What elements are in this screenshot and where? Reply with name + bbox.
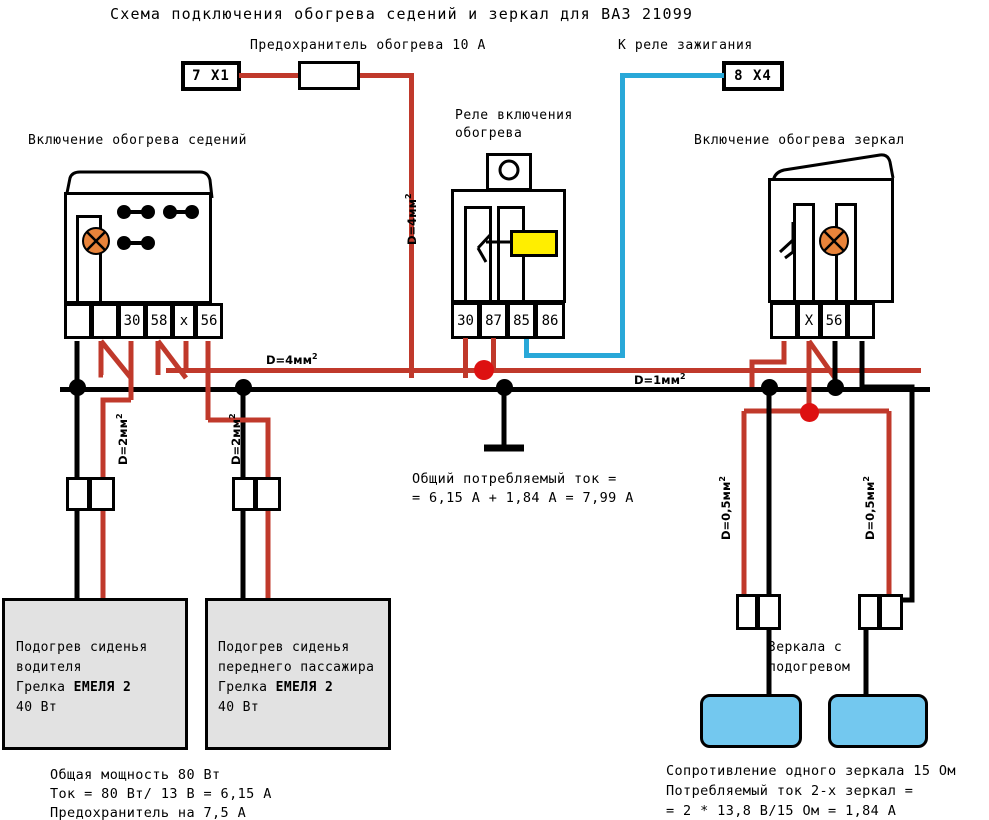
- right-switch-channel-right: [835, 203, 857, 303]
- fuse-label: Предохранитель обогрева 10 А: [250, 38, 486, 53]
- passenger-seat-line2: переднего пассажира: [218, 660, 375, 675]
- mirror-left-connector-a: [736, 594, 758, 630]
- gauge-sup-7: 2: [862, 476, 871, 482]
- left-switch-pin-2[interactable]: [91, 303, 119, 339]
- mirror-switch-label: Включение обогрева зеркал: [694, 133, 905, 148]
- gauge-seat-right-text: D=2мм: [228, 419, 243, 465]
- junction-red-relay: [474, 360, 494, 380]
- bus-red-right: [466, 368, 921, 373]
- passenger-seat-line4: 40 Вт: [218, 700, 260, 715]
- relay-pin-30[interactable]: 30: [451, 302, 480, 339]
- relay-pin-86[interactable]: 86: [535, 302, 565, 339]
- gauge-fuse-drop-text: D=4мм: [404, 199, 419, 245]
- gauge-sup-4: 2: [115, 413, 124, 420]
- driver-connector-left: [66, 477, 90, 511]
- wire-ignition-down: [620, 73, 625, 358]
- passenger-seat-line1: Подогрев сиденья: [218, 640, 350, 655]
- driver-connector-right: [89, 477, 115, 511]
- seat-switch-label: Включение обогрева седений: [28, 133, 248, 148]
- passenger-seat-grelka-prefix: Грелка: [218, 680, 276, 695]
- mirror-right-connector-a: [858, 594, 880, 630]
- driver-seat-grelka-prefix: Грелка: [16, 680, 74, 695]
- junction-red-mirror: [800, 403, 819, 422]
- relay-label-line2: обогрева: [455, 126, 523, 141]
- relay-pin-85[interactable]: 85: [507, 302, 536, 339]
- left-switch-pin-30[interactable]: 30: [118, 303, 146, 339]
- mirror-left-connector-b: [757, 594, 781, 630]
- fuse-10a-body: [298, 61, 360, 90]
- gauge-main-black-text: D=1мм: [634, 372, 680, 387]
- relay-pin-87[interactable]: 87: [479, 302, 508, 339]
- mirror-right-connector-b: [879, 594, 903, 630]
- right-switch-pin-x[interactable]: X: [797, 302, 821, 339]
- gauge-seat-right: D=2мм2: [228, 413, 243, 465]
- relay-coil: [510, 230, 558, 257]
- passenger-seat-brand: ЕМЕЛЯ 2: [275, 680, 334, 695]
- driver-seat-brand: ЕМЕЛЯ 2: [73, 680, 132, 695]
- relay-label-line1: Реле включения: [455, 108, 573, 123]
- ignition-relay-label: К реле зажигания: [618, 38, 753, 53]
- gauge-fuse-drop: D=4мм2: [404, 193, 419, 245]
- seats-note-line2: Ток = 80 Вт/ 13 В = 6,15 А: [50, 786, 272, 802]
- gauge-seat-left: D=2мм2: [115, 413, 130, 465]
- left-switch-pin-58[interactable]: 58: [145, 303, 173, 339]
- gauge-sup-3: 2: [679, 372, 686, 381]
- right-switch-pin-1[interactable]: [770, 302, 798, 339]
- bus-black-main: [60, 387, 930, 392]
- gauge-sup-6: 2: [718, 476, 727, 482]
- gauge-main-black: D=1мм2: [634, 372, 686, 387]
- page-title: Схема подключения обогрева седений и зер…: [110, 5, 694, 23]
- mirrors-note-line1: Сопротивление одного зеркала 15 Ом: [666, 763, 956, 779]
- gauge-main-red: D=4мм2: [266, 352, 318, 367]
- junction-black-2: [235, 379, 252, 396]
- left-switch-channel: [76, 215, 102, 304]
- left-mirror-box: [700, 694, 802, 748]
- driver-seat-line4: 40 Вт: [16, 700, 58, 715]
- gauge-mirror-left-text: D=0,5мм: [718, 481, 733, 540]
- gauge-mirror-right: D=0,5мм2: [862, 476, 877, 540]
- junction-black-ground: [496, 379, 513, 396]
- mirrors-label-line2: подогревом: [768, 660, 851, 675]
- seats-note-line3: Предохранитель на 7,5 А: [50, 805, 247, 820]
- mirrors-note-line3: = 2 * 13,8 В/15 Ом = 1,84 А: [666, 803, 897, 819]
- driver-seat-line2: водителя: [16, 660, 82, 675]
- gauge-mirror-right-text: D=0,5мм: [862, 481, 877, 540]
- passenger-seat-line3: Грелка ЕМЕЛЯ 2: [218, 678, 333, 698]
- bus-red-left: [166, 368, 466, 373]
- gauge-main-red-text: D=4мм: [266, 352, 312, 367]
- gauge-sup: 2: [404, 193, 413, 200]
- relay-top-cap: [486, 153, 532, 191]
- gauge-seat-left-text: D=2мм: [115, 419, 130, 465]
- wire-ignition-to-relay: [524, 353, 624, 358]
- gauge-sup-2: 2: [311, 352, 318, 361]
- gauge-mirror-left: D=0,5мм2: [718, 476, 733, 540]
- mirrors-label-line1: Зеркала с: [768, 640, 843, 655]
- right-switch-channel-left: [793, 203, 815, 303]
- right-switch-body: [768, 178, 894, 303]
- terminal-x1[interactable]: 7 X1: [181, 61, 241, 91]
- wire-ignition-horizontal: [620, 73, 724, 78]
- driver-seat-line1: Подогрев сиденья: [16, 640, 148, 655]
- total-current-line2: = 6,15 А + 1,84 А = 7,99 А: [412, 490, 634, 506]
- wiring-diagram-canvas: Схема подключения обогрева седений и зер…: [0, 0, 989, 820]
- mirrors-note-line2: Потребляемый ток 2-х зеркал =: [666, 783, 914, 799]
- right-switch-pin-56[interactable]: 56: [820, 302, 848, 339]
- gauge-sup-5: 2: [228, 413, 237, 420]
- total-current-line1: Общий потребляемый ток =: [412, 471, 617, 487]
- right-mirror-box: [828, 694, 928, 748]
- passenger-connector-right: [255, 477, 281, 511]
- terminal-x4[interactable]: 8 X4: [722, 61, 784, 91]
- left-switch-pin-x[interactable]: x: [172, 303, 196, 339]
- passenger-connector-left: [232, 477, 256, 511]
- driver-seat-line3: Грелка ЕМЕЛЯ 2: [16, 678, 131, 698]
- seats-note-line1: Общая мощность 80 Вт: [50, 767, 221, 783]
- left-switch-pin-1[interactable]: [64, 303, 92, 339]
- left-switch-pin-56[interactable]: 56: [195, 303, 223, 339]
- junction-black-4: [827, 379, 844, 396]
- junction-black-3: [761, 379, 778, 396]
- right-switch-pin-4[interactable]: [847, 302, 875, 339]
- junction-black-1: [69, 379, 86, 396]
- relay-contact-channel-left: [464, 206, 492, 303]
